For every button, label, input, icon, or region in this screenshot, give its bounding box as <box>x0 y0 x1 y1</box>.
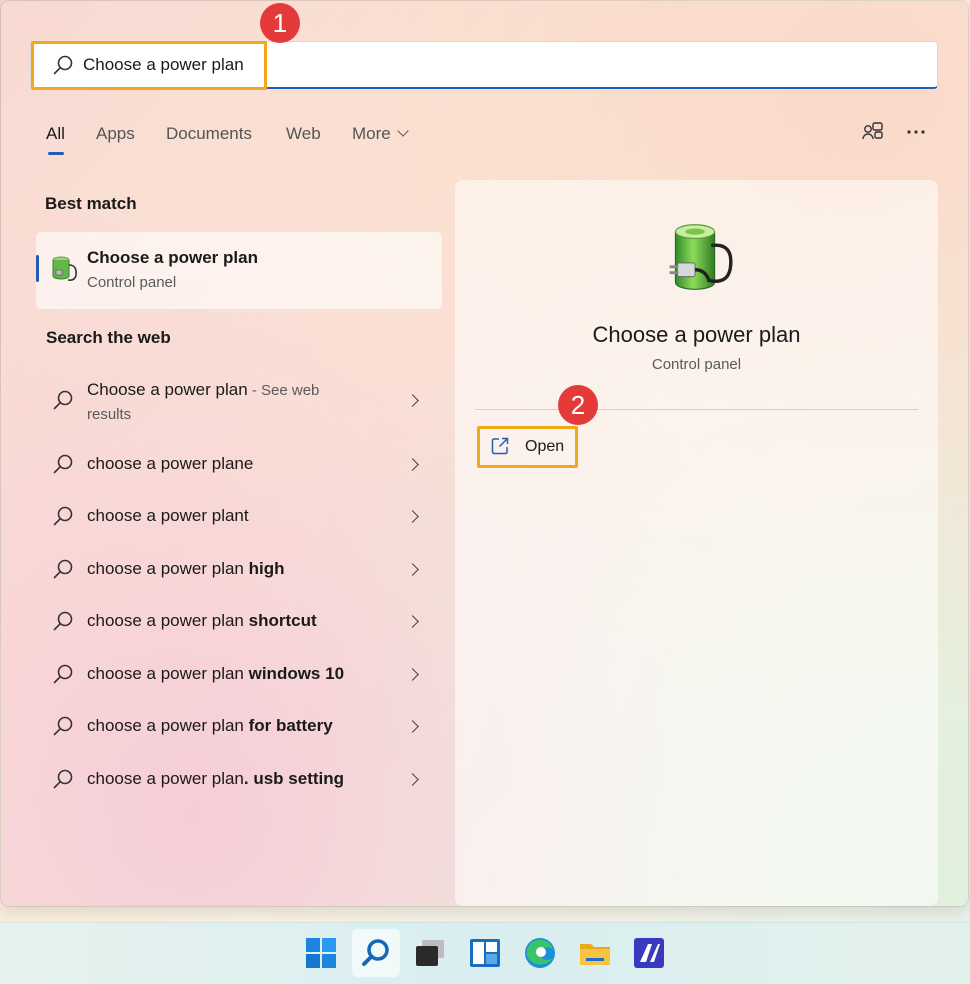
details-title: Choose a power plan <box>592 322 801 347</box>
web-result-text: choose a power plan for battery <box>87 716 333 736</box>
web-result-query: choose a power plan <box>87 716 249 735</box>
search-web-heading: Search the web <box>46 328 171 347</box>
app-icon[interactable] <box>632 936 666 970</box>
tab-active-indicator <box>48 152 64 155</box>
chevron-right-icon <box>406 720 419 733</box>
web-result-completion: windows 10 <box>248 664 345 683</box>
web-result-query: choose a power plan <box>87 611 249 630</box>
web-result-text: choose a power plan high <box>87 559 285 579</box>
search-icon <box>53 454 73 474</box>
web-result-text: choose a power plant <box>87 506 249 525</box>
edge-icon[interactable] <box>523 936 557 970</box>
search-icon <box>53 506 73 526</box>
chevron-right-icon <box>406 563 419 576</box>
web-result-completion: shortcut <box>248 611 317 630</box>
search-highlight-box <box>31 41 267 90</box>
chevron-right-icon <box>406 773 419 786</box>
tab-more-label: More <box>352 124 391 143</box>
web-result-text: choose a power plane <box>87 454 254 473</box>
web-result-text: choose a power plan windows 10 <box>87 664 344 684</box>
web-result-item[interactable]: choose a power plan shortcut <box>36 599 442 643</box>
best-match-item[interactable] <box>36 232 442 309</box>
tab-documents[interactable]: Documents <box>166 124 252 144</box>
web-result-item[interactable]: choose a power plant <box>36 494 442 538</box>
search-icon <box>53 664 73 684</box>
chevron-right-icon <box>406 394 419 407</box>
web-result-item[interactable]: choose a power plan windows 10 <box>36 652 442 696</box>
best-match-subtitle: Control panel <box>87 274 177 291</box>
search-icon[interactable] <box>359 936 393 970</box>
web-result-item[interactable]: choose a power plan. usb setting <box>36 757 442 801</box>
web-result-item[interactable]: choose a power plan for battery <box>36 704 442 748</box>
web-result-text: choose a power plan shortcut <box>87 611 317 631</box>
file-explorer-icon[interactable] <box>578 936 612 970</box>
chevron-right-icon <box>406 668 419 681</box>
web-result-query: Choose a power plan <box>87 380 248 399</box>
web-result-query: choose a power plan <box>87 769 244 788</box>
web-result-see-results[interactable]: Choose a power plan - See web results <box>36 372 442 430</box>
web-result-text: Choose a power plan - See web <box>87 380 319 400</box>
task-view-icon[interactable] <box>413 936 447 970</box>
search-icon <box>53 716 73 736</box>
web-result-suffix-line2: results <box>87 406 132 423</box>
windows-start-icon[interactable] <box>304 936 338 970</box>
best-match-heading: Best match <box>45 194 137 213</box>
power-plan-large-icon <box>669 224 733 290</box>
web-result-item[interactable]: choose a power plane <box>36 442 442 486</box>
search-icon <box>53 611 73 631</box>
chevron-right-icon <box>406 458 419 471</box>
open-highlight-box <box>477 426 578 468</box>
search-icon <box>53 559 73 579</box>
web-result-item[interactable]: choose a power plan high <box>36 547 442 591</box>
search-highlights-icon[interactable] <box>860 120 884 144</box>
tab-all[interactable]: All <box>46 124 65 144</box>
chevron-right-icon <box>406 510 419 523</box>
widgets-icon[interactable] <box>468 936 502 970</box>
web-result-completion: high <box>248 559 285 578</box>
web-result-text: choose a power plan. usb setting <box>87 769 344 789</box>
web-result-query: choose a power plan <box>87 559 249 578</box>
details-divider <box>475 409 918 410</box>
tab-apps[interactable]: Apps <box>96 124 135 144</box>
search-icon <box>53 390 73 410</box>
selection-indicator <box>36 255 39 282</box>
chevron-down-icon <box>397 125 409 137</box>
step-1-badge: 1 <box>260 3 300 43</box>
more-options-icon[interactable] <box>904 120 928 144</box>
details-subtitle: Control panel <box>651 356 742 373</box>
web-result-completion: for battery <box>248 716 333 735</box>
best-match-title: Choose a power plan <box>87 248 258 267</box>
step-2-badge: 2 <box>558 385 598 425</box>
power-plan-icon <box>52 256 77 281</box>
search-icon <box>53 769 73 789</box>
chevron-right-icon <box>406 615 419 628</box>
web-result-query: choose a power plan <box>87 664 249 683</box>
web-result-completion: . usb setting <box>243 769 345 788</box>
tab-web[interactable]: Web <box>286 124 321 144</box>
web-result-suffix: - See web <box>247 382 320 399</box>
tab-more[interactable]: More <box>352 124 409 144</box>
